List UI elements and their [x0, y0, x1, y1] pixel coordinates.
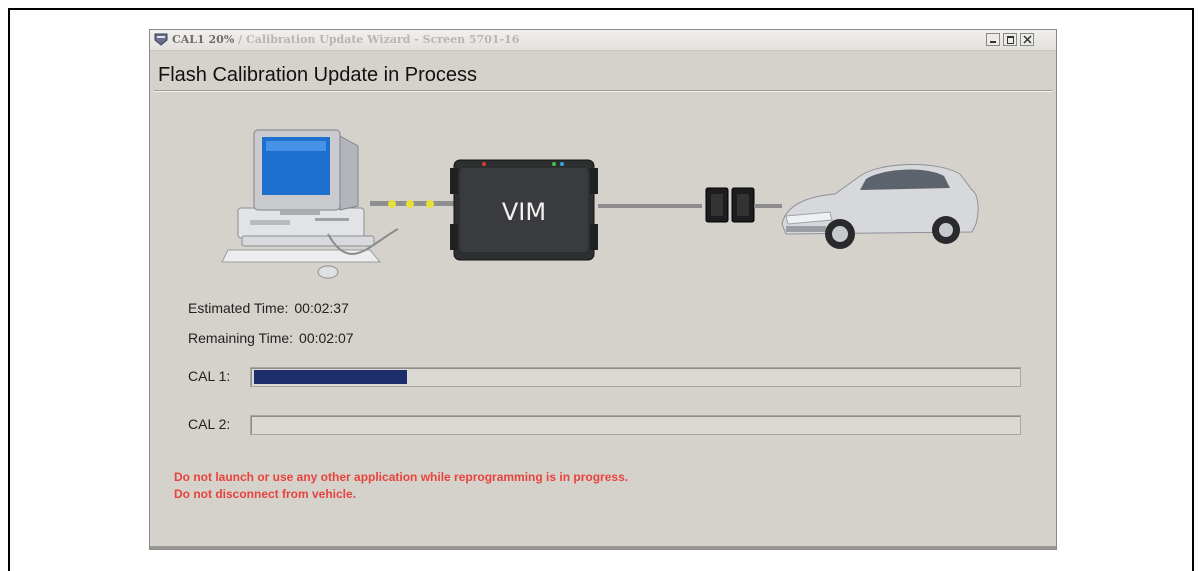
estimated-time-value: 00:02:37 — [294, 300, 349, 316]
window-title-rest: / Calibration Update Wizard - Screen 570… — [234, 33, 520, 46]
minimize-button[interactable] — [986, 33, 1000, 46]
remaining-time-label: Remaining Time: — [188, 330, 294, 346]
estimated-time-label: Estimated Time: — [188, 300, 289, 316]
warning-line-1: Do not launch or use any other applicati… — [174, 470, 629, 484]
remaining-time-row: Remaining Time: 00:02:07 — [188, 330, 354, 346]
maximize-button[interactable] — [1003, 33, 1017, 46]
vim-device: VIM — [450, 159, 598, 261]
remaining-time-value: 00:02:07 — [299, 330, 354, 346]
cal1-progress-fill — [254, 370, 407, 384]
obd-cable — [598, 204, 702, 208]
connection-diagram: VIM — [221, 129, 979, 279]
car-icon — [781, 163, 979, 249]
app-icon — [154, 33, 168, 46]
window-title: CAL1 20% / Calibration Update Wizard - S… — [172, 33, 519, 46]
close-icon — [1023, 35, 1032, 44]
cal1-label: CAL 1: — [188, 368, 231, 384]
title-bar[interactable]: CAL1 20% / Calibration Update Wizard - S… — [150, 30, 1056, 51]
cal2-progress-bar — [250, 415, 1021, 435]
estimated-time-row: Estimated Time: 00:02:37 — [188, 300, 349, 316]
wizard-window: CAL1 20% / Calibration Update Wizard - S… — [149, 29, 1057, 550]
vim-label: VIM — [502, 198, 546, 226]
title-divider — [154, 90, 1052, 92]
cal1-progress-bar — [250, 367, 1021, 387]
warning-line-2: Do not disconnect from vehicle. — [174, 487, 357, 501]
usb-cable — [370, 200, 460, 208]
cal2-label: CAL 2: — [188, 416, 231, 432]
window-title-prefix: CAL1 20% — [172, 33, 235, 46]
page-title: Flash Calibration Update in Process — [158, 64, 478, 86]
close-button[interactable] — [1020, 33, 1034, 46]
dlc-connector-icon — [705, 187, 782, 223]
